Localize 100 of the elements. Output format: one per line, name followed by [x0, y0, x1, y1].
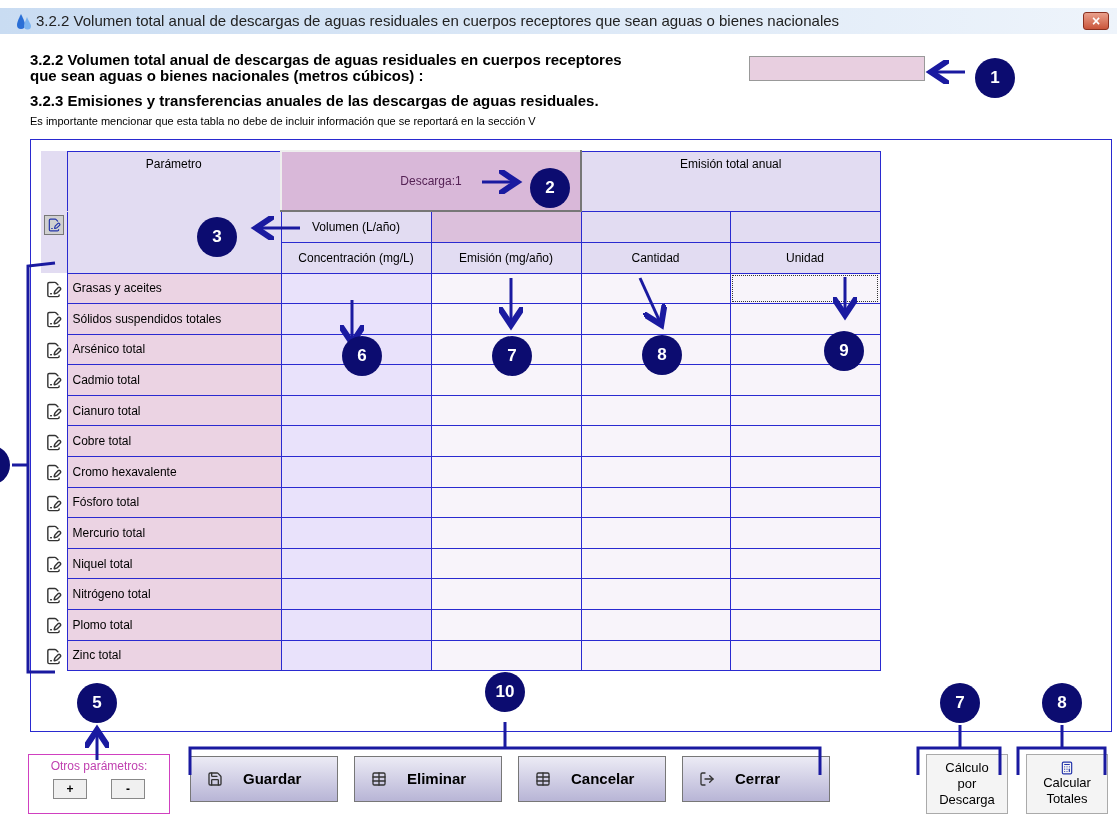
edit-icon[interactable] [45, 311, 63, 329]
table-cell[interactable] [431, 395, 581, 426]
table-cell[interactable] [281, 425, 431, 457]
callout-marker [0, 445, 10, 485]
exit-icon [699, 771, 715, 787]
callout-number: 8 [1042, 683, 1082, 723]
group-label: Otros parámetros: [50, 758, 148, 775]
table-cell[interactable] [431, 578, 581, 610]
callout-number: 7 [940, 683, 980, 723]
arrow [928, 57, 965, 87]
edit-icon[interactable] [45, 617, 63, 635]
arrow [482, 167, 520, 197]
section-title: 3.2.3 Emisiones y transferencias anuales de las descargas de aguas residuales. [29, 91, 600, 111]
table-cell[interactable] [281, 273, 431, 304]
add-remove-button[interactable]: - [111, 779, 145, 799]
water-drop-icon [16, 12, 32, 30]
table-cell[interactable] [431, 609, 581, 641]
edit-icon[interactable] [45, 341, 63, 359]
table-cell[interactable] [581, 609, 730, 641]
table-cell[interactable] [581, 517, 730, 549]
edit-icon[interactable] [45, 586, 63, 604]
column-header: Emisión (mg/año) [431, 242, 581, 273]
table-cell: Grasas y aceites [67, 273, 281, 304]
table-cell[interactable] [281, 578, 431, 610]
grid-icon [535, 771, 551, 787]
section-note: Es importante mencionar que esta tabla no debe de incluir información que se reportará en la sección V [29, 113, 537, 129]
table-cell[interactable] [281, 548, 431, 579]
table-cell[interactable] [730, 548, 880, 579]
action-button[interactable]: Eliminar [354, 756, 502, 802]
callout-number: 5 [77, 683, 117, 723]
calculate-button[interactable]: Cálculo por Descarga [926, 754, 1008, 814]
table-cell[interactable] [730, 578, 880, 610]
table-cell[interactable] [431, 273, 581, 304]
table-cell: Fósforo total [67, 487, 281, 518]
table-cell[interactable] [431, 517, 581, 549]
table-cell[interactable] [431, 487, 581, 518]
table-cell[interactable] [581, 548, 730, 579]
edit-icon[interactable] [45, 402, 63, 420]
table-cell: Cianuro total [67, 395, 281, 426]
table-cell[interactable] [730, 487, 880, 518]
table-cell[interactable] [730, 640, 880, 671]
table-cell[interactable] [581, 487, 730, 518]
table-cell[interactable] [281, 609, 431, 641]
table-cell[interactable] [431, 425, 581, 457]
table-cell[interactable] [581, 578, 730, 610]
window-title: 3.2.2 Volumen total anual de descargas de aguas residuales en cuerpos receptores que sean aguas o bienes nacionales [36, 10, 840, 31]
table-cell: Sólidos suspendidos totales [67, 303, 281, 335]
table-cell: Plomo total [67, 609, 281, 641]
table-cell: Cromo hexavalente [67, 456, 281, 488]
table-cell[interactable] [281, 395, 431, 426]
edit-icon[interactable] [45, 525, 63, 543]
action-button[interactable]: Cerrar [682, 756, 830, 802]
table-cell[interactable] [730, 425, 880, 457]
table-cell[interactable] [581, 425, 730, 457]
table-cell[interactable] [730, 609, 880, 641]
table-cell: Zinc total [67, 640, 281, 671]
table-cell: Cobre total [67, 425, 281, 457]
table-cell[interactable] [581, 395, 730, 426]
edit-icon[interactable] [45, 494, 63, 512]
edit-icon[interactable] [45, 372, 63, 390]
calculate-button[interactable]: Calcular Totales [1026, 754, 1108, 814]
table-cell[interactable] [581, 456, 730, 488]
column-header: Emisión total anual [581, 151, 880, 211]
table-cell[interactable] [730, 517, 880, 549]
table-cell[interactable] [581, 273, 730, 304]
table-cell: Arsénico total [67, 334, 281, 365]
table-cell: Mercurio total [67, 517, 281, 549]
edit-icon[interactable] [45, 555, 63, 573]
calculator-icon [1060, 761, 1074, 775]
action-button[interactable]: Cancelar [518, 756, 666, 802]
table-cell[interactable] [281, 456, 431, 488]
table-cell[interactable] [730, 395, 880, 426]
table-cell[interactable] [431, 640, 581, 671]
column-header: Cantidad [581, 242, 730, 273]
table-cell[interactable] [730, 364, 880, 396]
arrow [638, 277, 668, 328]
add-remove-button[interactable]: + [53, 779, 87, 799]
edit-icon[interactable] [45, 464, 63, 482]
table-cell: Niquel total [67, 548, 281, 579]
edit-icon[interactable] [45, 433, 63, 451]
callout-number: 10 [485, 672, 525, 712]
column-header: Unidad [730, 242, 880, 273]
table-cell[interactable] [730, 456, 880, 488]
arrow [82, 727, 112, 760]
table-cell: Nitrógeno total [67, 578, 281, 610]
table-cell[interactable] [431, 456, 581, 488]
volume-input-field[interactable] [749, 55, 925, 81]
edit-icon[interactable] [45, 280, 63, 298]
table-cell[interactable] [281, 640, 431, 671]
arrow [496, 278, 526, 328]
arrow [253, 213, 300, 243]
action-button[interactable]: Guardar [190, 756, 338, 802]
arrow [830, 277, 860, 318]
table-cell[interactable] [431, 548, 581, 579]
column-header: Concentración (mg/L) [281, 242, 431, 273]
column-header: Volumen (L/año) [281, 211, 431, 242]
table-cell[interactable] [281, 517, 431, 549]
edit-icon[interactable] [45, 647, 63, 665]
table-cell[interactable] [281, 487, 431, 518]
table-cell[interactable] [581, 640, 730, 671]
